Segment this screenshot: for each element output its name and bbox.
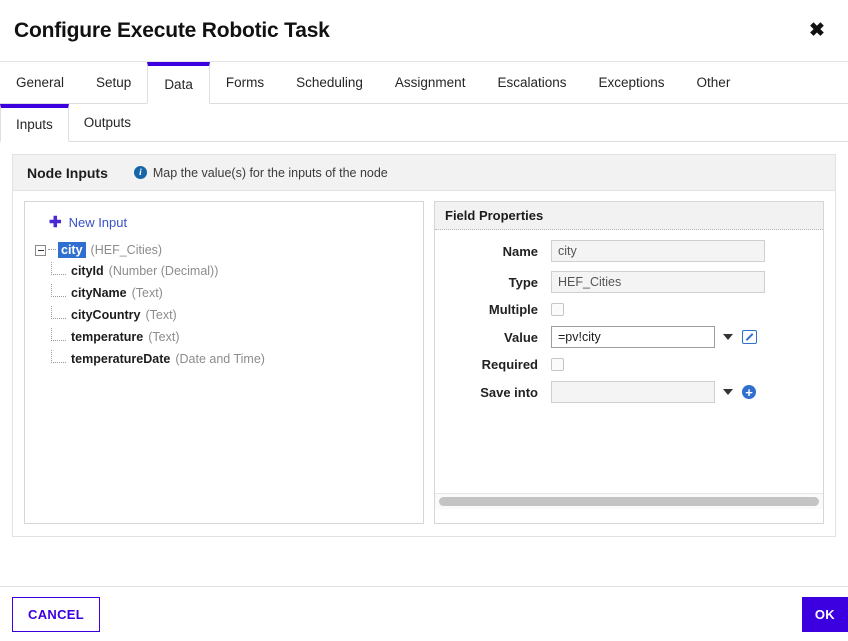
save-into-input[interactable] xyxy=(551,381,715,403)
value-input[interactable] xyxy=(551,326,715,348)
tree-connector xyxy=(51,262,66,275)
field-properties-panel: Field Properties Name Type Multiple xyxy=(434,201,824,524)
tree-connector xyxy=(51,328,66,341)
tab-other[interactable]: Other xyxy=(681,62,747,103)
type-label: Type xyxy=(435,275,551,290)
tab-data[interactable]: Data xyxy=(147,62,210,104)
dialog-header: Configure Execute Robotic Task ✖ xyxy=(0,0,848,62)
page-title: Configure Execute Robotic Task xyxy=(14,19,804,43)
multiple-label: Multiple xyxy=(435,302,551,317)
tree-connector xyxy=(51,306,66,319)
tab-label: Forms xyxy=(226,75,264,90)
new-input-label: New Input xyxy=(69,215,128,230)
multiple-checkbox[interactable] xyxy=(551,303,564,316)
tab-label: Escalations xyxy=(497,75,566,90)
tree-child-label: temperature xyxy=(71,330,143,344)
inputs-tree-panel: ✚ New Input city (HEF_Cities) cityId (Nu… xyxy=(24,201,424,524)
tree-child-type: (Number (Decimal)) xyxy=(109,264,219,278)
node-inputs-title: Node Inputs xyxy=(27,165,108,181)
tree-child-type: (Text) xyxy=(132,286,163,300)
field-row-value: Value xyxy=(435,326,815,348)
tree-node-type: (HEF_Cities) xyxy=(91,243,163,257)
cancel-button[interactable]: CANCEL xyxy=(12,597,100,632)
tree-child-row[interactable]: cityCountry (Text) xyxy=(33,304,415,326)
node-inputs-panel: Node Inputs i Map the value(s) for the i… xyxy=(12,154,836,537)
tree-connector xyxy=(48,249,56,251)
tree-connector xyxy=(51,284,66,297)
tree-child-row[interactable]: cityName (Text) xyxy=(33,282,415,304)
tab-label: Assignment xyxy=(395,75,466,90)
scrollbar-thumb[interactable] xyxy=(439,497,819,506)
field-row-save-into: Save into + xyxy=(435,381,815,403)
required-label: Required xyxy=(435,357,551,372)
node-inputs-hint: i Map the value(s) for the inputs of the… xyxy=(134,166,388,180)
props-panel-footer xyxy=(435,509,823,523)
tab-label: Other xyxy=(697,75,731,90)
tab-setup[interactable]: Setup xyxy=(80,62,147,103)
ok-button[interactable]: OK xyxy=(802,597,848,632)
tab-label: Exceptions xyxy=(599,75,665,90)
tree-node-label: city xyxy=(58,242,86,258)
name-field[interactable] xyxy=(551,240,765,262)
dialog-footer: CANCEL OK xyxy=(0,586,848,641)
hint-text: Map the value(s) for the inputs of the n… xyxy=(153,166,388,180)
main-tabbar: General Setup Data Forms Scheduling Assi… xyxy=(0,62,848,104)
field-row-name: Name xyxy=(435,240,815,262)
tree-node-city[interactable]: city (HEF_Cities) xyxy=(33,240,415,260)
tab-assignment[interactable]: Assignment xyxy=(379,62,482,103)
subtab-outputs[interactable]: Outputs xyxy=(69,104,146,141)
tree-connector xyxy=(51,350,66,363)
body-area: Node Inputs i Map the value(s) for the i… xyxy=(0,142,848,537)
close-icon[interactable]: ✖ xyxy=(804,18,830,44)
field-properties-title: Field Properties xyxy=(435,202,823,230)
node-inputs-header: Node Inputs i Map the value(s) for the i… xyxy=(13,155,835,191)
tree-child-label: temperatureDate xyxy=(71,352,170,366)
tree-child-type: (Text) xyxy=(148,330,179,344)
node-inputs-body: ✚ New Input city (HEF_Cities) cityId (Nu… xyxy=(13,191,835,536)
tab-scheduling[interactable]: Scheduling xyxy=(280,62,379,103)
tab-exceptions[interactable]: Exceptions xyxy=(583,62,681,103)
sub-tabbar: Inputs Outputs xyxy=(0,104,848,142)
field-row-multiple: Multiple xyxy=(435,302,815,317)
collapse-minus-icon[interactable] xyxy=(35,245,46,256)
tree-child-type: (Date and Time) xyxy=(175,352,265,366)
tab-escalations[interactable]: Escalations xyxy=(481,62,582,103)
tab-label: General xyxy=(16,75,64,90)
tree-child-label: cityName xyxy=(71,286,127,300)
tree-child-row[interactable]: cityId (Number (Decimal)) xyxy=(33,260,415,282)
tree-child-type: (Text) xyxy=(145,308,176,322)
field-row-type: Type xyxy=(435,271,815,293)
info-icon: i xyxy=(134,166,147,179)
plus-icon: ✚ xyxy=(49,215,62,230)
horizontal-scrollbar[interactable] xyxy=(435,493,823,509)
chevron-down-icon[interactable] xyxy=(723,389,733,395)
value-label: Value xyxy=(435,330,551,345)
subtab-inputs[interactable]: Inputs xyxy=(0,104,69,142)
name-label: Name xyxy=(435,244,551,259)
tree-child-label: cityId xyxy=(71,264,104,278)
tree-child-label: cityCountry xyxy=(71,308,140,322)
type-field[interactable] xyxy=(551,271,765,293)
field-properties-form: Name Type Multiple Value xyxy=(435,230,823,493)
plus-circle-icon[interactable]: + xyxy=(742,385,756,399)
edit-pencil-icon[interactable] xyxy=(742,330,757,344)
tree-child-row[interactable]: temperature (Text) xyxy=(33,326,415,348)
tree-child-row[interactable]: temperatureDate (Date and Time) xyxy=(33,348,415,370)
save-into-label: Save into xyxy=(435,385,551,400)
field-row-required: Required xyxy=(435,357,815,372)
required-checkbox[interactable] xyxy=(551,358,564,371)
tab-label: Setup xyxy=(96,75,131,90)
new-input-button[interactable]: ✚ New Input xyxy=(49,215,127,230)
tab-forms[interactable]: Forms xyxy=(210,62,280,103)
tab-label: Data xyxy=(164,77,193,92)
chevron-down-icon[interactable] xyxy=(723,334,733,340)
subtab-label: Outputs xyxy=(84,115,131,130)
subtab-label: Inputs xyxy=(16,117,53,132)
tab-label: Scheduling xyxy=(296,75,363,90)
tab-general[interactable]: General xyxy=(0,62,80,103)
